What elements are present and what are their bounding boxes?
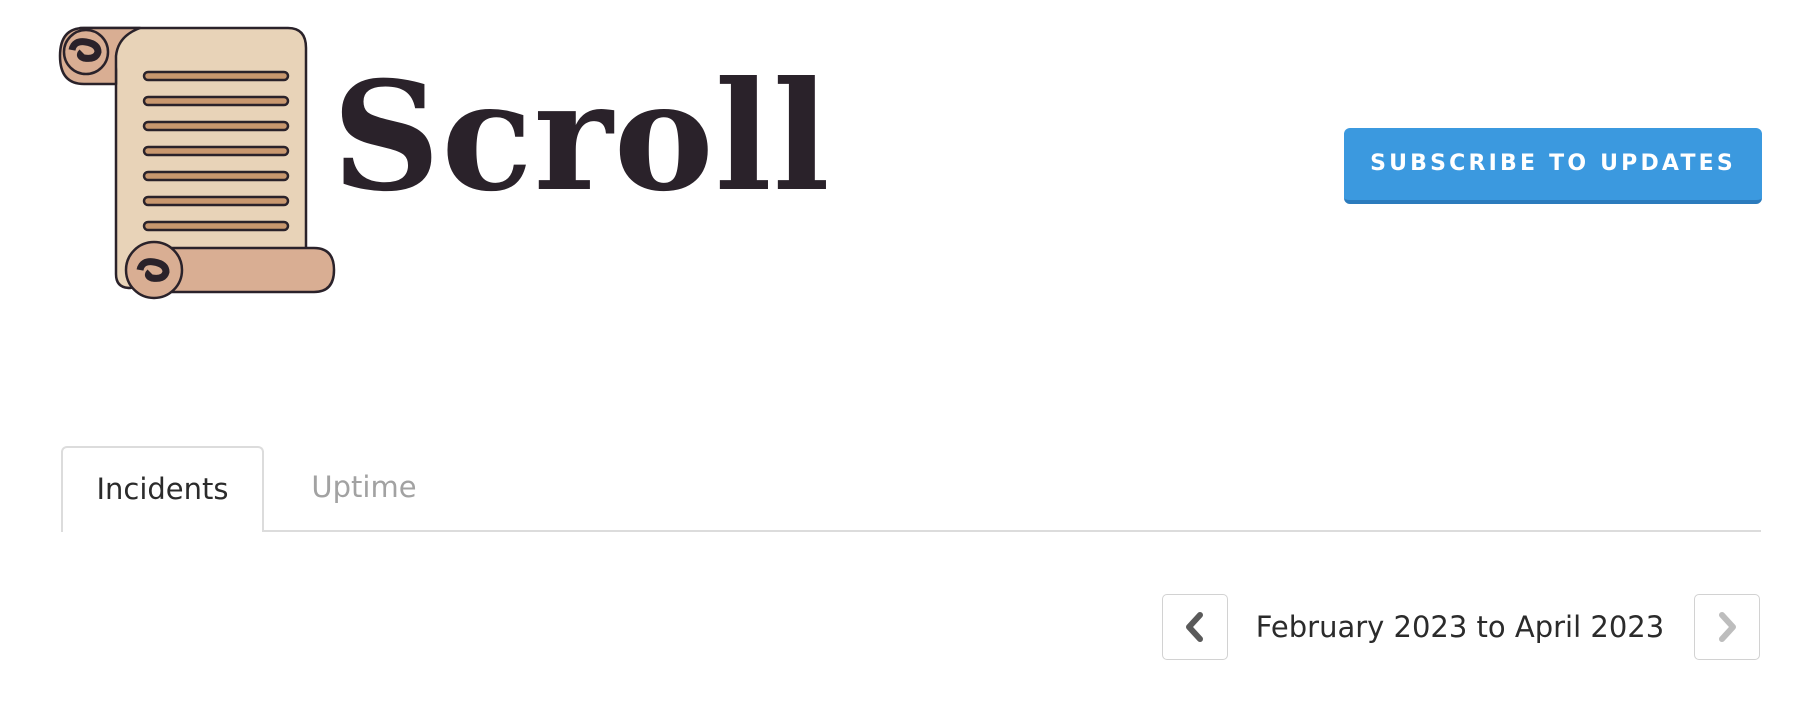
status-page: Scroll SUBSCRIBE TO UPDATES Incidents Up…: [0, 0, 1796, 710]
previous-period-button[interactable]: [1162, 594, 1228, 660]
tab-incidents[interactable]: Incidents: [61, 446, 264, 532]
chevron-right-icon: [1719, 612, 1736, 642]
date-range-label: February 2023 to April 2023: [1255, 610, 1665, 644]
chevron-left-icon: [1186, 612, 1203, 642]
subscribe-button[interactable]: SUBSCRIBE TO UPDATES: [1344, 128, 1762, 204]
brand-name: Scroll: [332, 49, 831, 225]
parchment-scroll-icon: [58, 26, 336, 300]
tab-bar: Incidents Uptime: [61, 446, 1761, 532]
tab-uptime[interactable]: Uptime: [264, 446, 464, 530]
next-period-button[interactable]: [1694, 594, 1760, 660]
